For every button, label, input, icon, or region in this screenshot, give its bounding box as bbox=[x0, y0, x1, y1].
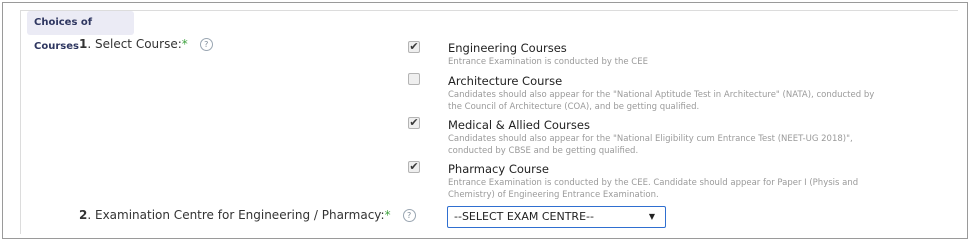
checkbox-medical-allied-courses[interactable]: ✔ bbox=[408, 117, 420, 129]
option-description: Candidates should also appear for the "N… bbox=[448, 134, 853, 144]
option-medical-allied-courses: Medical & Allied Courses Candidates shou… bbox=[448, 118, 948, 157]
checkbox-architecture-course[interactable] bbox=[408, 73, 420, 85]
question-text: . Select Course: bbox=[87, 37, 182, 51]
exam-centre-label: 2. Examination Centre for Engineering / … bbox=[79, 208, 416, 222]
option-description: Candidates should also appear for the "N… bbox=[448, 90, 875, 100]
option-pharmacy-course: Pharmacy Course Entrance Examination is … bbox=[448, 162, 948, 201]
option-title: Pharmacy Course bbox=[448, 162, 549, 176]
help-icon[interactable]: ? bbox=[402, 209, 416, 222]
help-icon[interactable]: ? bbox=[199, 38, 213, 51]
section-legend: Choices of Courses bbox=[27, 11, 134, 52]
option-description-line-2: conducted by CBSE and be getting qualifi… bbox=[448, 146, 639, 156]
option-description: Entrance Examination is conducted by the… bbox=[448, 178, 859, 188]
option-description-line-2: Chemistry) of Engineering Entrance Exami… bbox=[448, 190, 659, 200]
checkbox-pharmacy-course[interactable]: ✔ bbox=[408, 161, 420, 173]
select-value: --SELECT EXAM CENTRE-- bbox=[454, 210, 594, 223]
exam-centre-select[interactable]: --SELECT EXAM CENTRE-- ▼ bbox=[447, 206, 666, 228]
option-title: Medical & Allied Courses bbox=[448, 118, 590, 132]
option-title: Architecture Course bbox=[448, 74, 563, 88]
required-marker: * bbox=[384, 208, 391, 222]
option-engineering-courses: Engineering Courses Entrance Examination… bbox=[448, 41, 948, 68]
chevron-down-icon: ▼ bbox=[648, 212, 655, 221]
required-marker: * bbox=[181, 37, 188, 51]
option-description-line-2: the Council of Architecture (COA), and b… bbox=[448, 102, 700, 112]
question-text: . Examination Centre for Engineering / P… bbox=[87, 208, 385, 222]
checkbox-engineering-courses[interactable]: ✔ bbox=[408, 41, 420, 53]
select-course-label: 1. Select Course:*? bbox=[79, 37, 213, 51]
option-title: Engineering Courses bbox=[448, 41, 567, 55]
option-architecture-course: Architecture Course Candidates should al… bbox=[448, 74, 948, 113]
option-description: Entrance Examination is conducted by the… bbox=[448, 57, 648, 67]
